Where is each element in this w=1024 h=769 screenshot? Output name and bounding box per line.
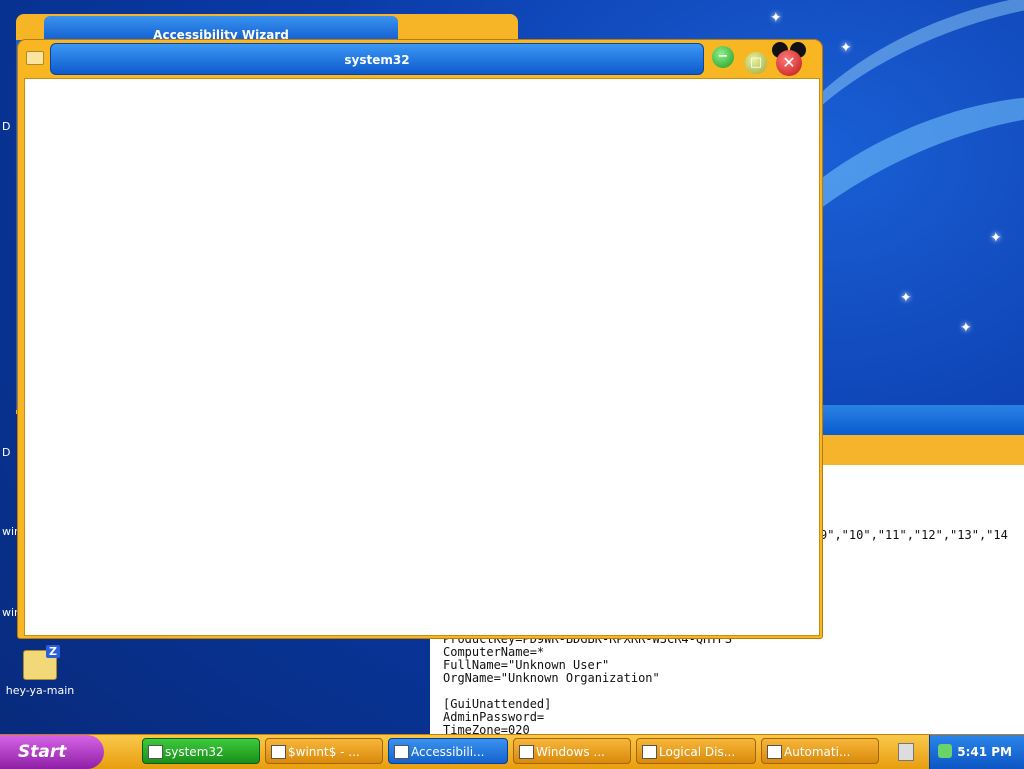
taskbar-button-winnt[interactable]: $winnt$ - ... — [265, 738, 383, 764]
system32-window[interactable]: system32 − □ ✕ — [18, 40, 822, 638]
start-button[interactable]: Start — [0, 735, 104, 769]
taskbar-button-label: Automati... — [784, 745, 851, 759]
taskbar-button-label: Accessibili... — [411, 745, 485, 759]
taskbar-button-accessibility[interactable]: Accessibili... — [388, 738, 508, 764]
folder-icon — [148, 745, 163, 759]
sparkle: ✦ — [960, 320, 972, 336]
editor-text-line: 9","10","11","12","13","14 — [820, 528, 1008, 542]
desktop-icon-hey-ya-main[interactable]: Z hey-ya-main — [0, 645, 80, 697]
folder-icon[interactable] — [26, 51, 44, 65]
wizard-icon — [394, 745, 409, 759]
close-icon: ✕ — [782, 53, 796, 72]
taskbar-button-logical-disk[interactable]: Logical Dis... — [636, 738, 756, 764]
sparkle: ✦ — [840, 40, 852, 56]
taskbar-button-automatic[interactable]: Automati... — [761, 738, 879, 764]
dropper-icon — [767, 745, 782, 759]
window-icon — [642, 745, 657, 759]
taskbar-button-label: $winnt$ - ... — [288, 745, 360, 759]
close-button[interactable]: ✕ — [776, 50, 802, 76]
minimize-icon: − — [717, 49, 729, 64]
window-title: system32 — [344, 53, 410, 67]
taskbar-button-label: system32 — [165, 745, 224, 759]
network-icon[interactable] — [938, 744, 952, 758]
notepad-icon — [271, 745, 286, 759]
taskbar-button-label: Windows ... — [536, 745, 605, 759]
maximize-button[interactable]: □ — [745, 52, 767, 74]
zip-folder-icon: Z — [23, 645, 60, 680]
desktop-icon-label[interactable]: D — [2, 446, 10, 459]
taskbar: Start system32 $winnt$ - ... Accessibili… — [0, 734, 1024, 769]
quick-launch-icon[interactable] — [898, 743, 914, 761]
system-tray: 5:41 PM — [929, 735, 1024, 769]
sparkle: ✦ — [900, 290, 912, 306]
window-icon — [519, 745, 534, 759]
clock[interactable]: 5:41 PM — [957, 735, 1012, 769]
taskbar-button-label: Logical Dis... — [659, 745, 736, 759]
desktop-icon-label[interactable]: D — [2, 120, 10, 133]
sparkle: ✦ — [990, 230, 1002, 246]
editor-text-line: OrgName="Unknown Organization" — [443, 671, 660, 685]
maximize-icon: □ — [749, 55, 763, 70]
desktop-icon-label: hey-ya-main — [5, 684, 75, 697]
minimize-button[interactable]: − — [712, 46, 734, 68]
folder-content-area[interactable] — [24, 78, 820, 636]
sparkle: ✦ — [770, 10, 782, 26]
taskbar-button-windows[interactable]: Windows ... — [513, 738, 631, 764]
window-titlebar[interactable]: system32 — [50, 43, 704, 75]
taskbar-button-system32[interactable]: system32 — [142, 738, 260, 764]
